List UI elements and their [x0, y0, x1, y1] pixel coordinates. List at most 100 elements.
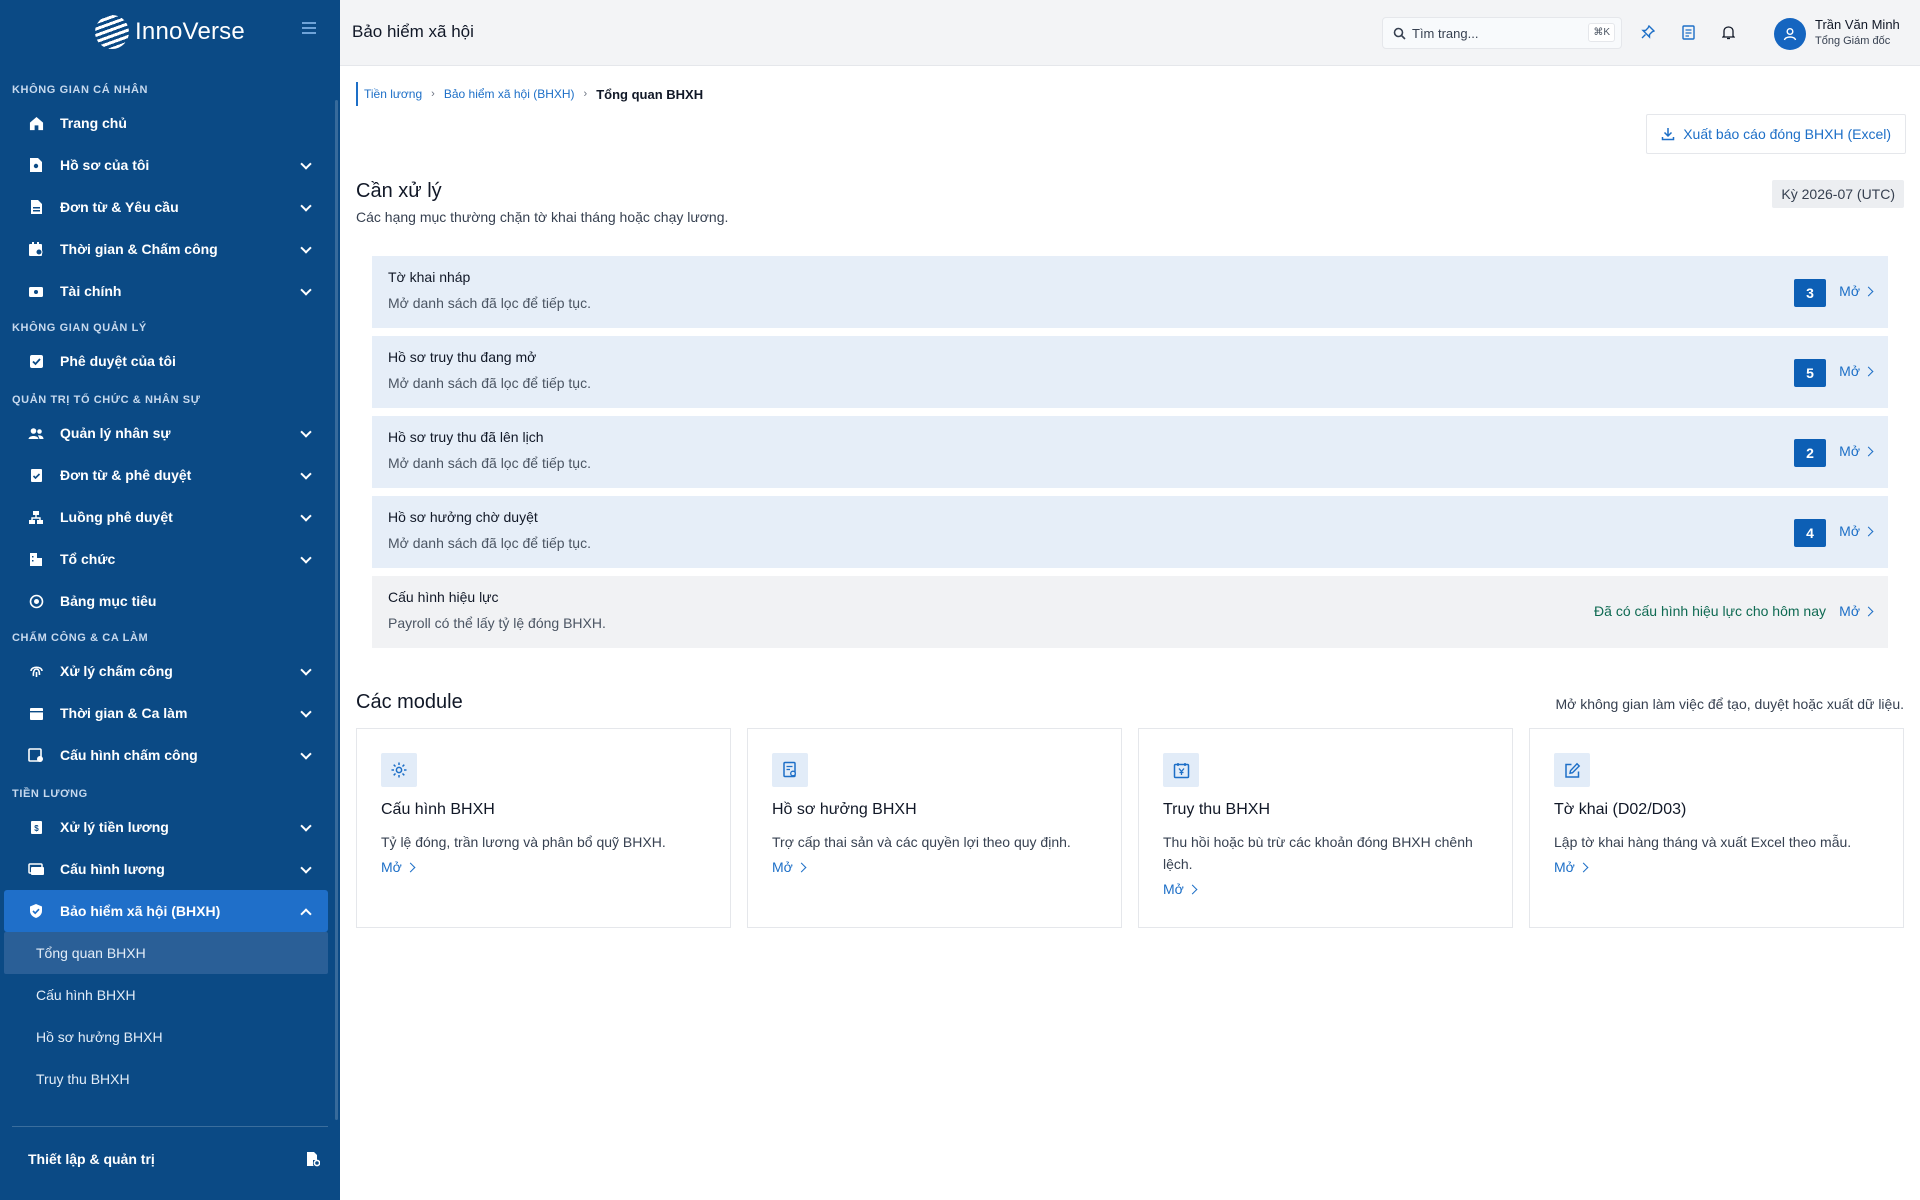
open-link[interactable]: Mở — [1839, 443, 1874, 459]
modules-title: Các module — [356, 691, 463, 713]
chevron-right-icon — [1578, 862, 1589, 872]
open-link[interactable]: Mở — [772, 859, 1097, 875]
pending-title: Cần xử lý — [356, 180, 442, 202]
section-org: QUẢN TRỊ TỔ CHỨC & NHÂN SỰ — [12, 394, 201, 406]
svg-text:$: $ — [34, 824, 39, 833]
chevron-down-icon — [300, 200, 312, 212]
chevron-down-icon — [300, 284, 312, 296]
status-text: Đã có cấu hình hiệu lực cho hôm nay — [1594, 603, 1826, 619]
sidebar-item-org[interactable]: Tổ chức — [0, 538, 328, 580]
payment-card-icon — [28, 861, 44, 877]
home-icon — [28, 115, 44, 131]
sidebar-item-flows[interactable]: Luồng phê duyệt — [0, 496, 328, 538]
fingerprint-icon — [28, 663, 44, 679]
search-icon — [1393, 27, 1406, 40]
sidebar-item-home[interactable]: Trang chủ — [0, 102, 328, 144]
sidebar-item-time[interactable]: Thời gian & Chấm công — [0, 228, 328, 270]
logo[interactable]: InnoVerse — [0, 0, 340, 64]
globe-logo-icon — [95, 15, 130, 49]
module-card-recovery[interactable]: Truy thu BHXH Thu hồi hoặc bù trừ các kh… — [1138, 728, 1513, 928]
calendar-clock-icon — [28, 241, 44, 257]
chevron-right-icon — [796, 862, 807, 872]
search-input[interactable]: Tìm trang... ⌘K — [1382, 17, 1622, 49]
sidebar-subitem-config[interactable]: Cấu hình BHXH — [4, 974, 328, 1016]
count-badge: 3 — [1794, 279, 1826, 307]
module-card-benefits[interactable]: Hồ sơ hưởng BHXH Trợ cấp thai sản và các… — [747, 728, 1122, 928]
chevron-down-icon — [300, 426, 312, 438]
pending-item-effective-config: Cấu hình hiệu lực Payroll có thể lấy tỷ … — [372, 576, 1888, 648]
sidebar-subitem-overview[interactable]: Tổng quan BHXH — [4, 932, 328, 974]
module-card-config[interactable]: Cấu hình BHXH Tỷ lệ đóng, trần lương và … — [356, 728, 731, 928]
breadcrumb-separator: › — [583, 88, 588, 100]
document-icon — [28, 199, 44, 215]
open-link[interactable]: Mở — [1839, 523, 1874, 539]
gear-icon — [381, 753, 417, 787]
download-icon — [1661, 127, 1675, 141]
module-card-declaration[interactable]: Tờ khai (D02/D03) Lập tờ khai hàng tháng… — [1529, 728, 1904, 928]
sidebar-item-payroll-config[interactable]: Cấu hình lương — [0, 848, 328, 890]
receipt-icon[interactable] — [1678, 22, 1698, 42]
chevron-down-icon — [300, 862, 312, 874]
section-personal: KHÔNG GIAN CÁ NHÂN — [12, 84, 149, 96]
chevron-down-icon — [300, 158, 312, 170]
settings-admin-link[interactable]: Thiết lập & quản trị — [12, 1126, 328, 1190]
sidebar-item-bhxh[interactable]: Bảo hiểm xã hội (BHXH) — [4, 890, 328, 932]
chevron-down-icon — [300, 820, 312, 832]
sidebar-item-hr[interactable]: Quản lý nhân sự — [0, 412, 328, 454]
sidebar: InnoVerse KHÔNG GIAN CÁ NHÂN Trang chủ H… — [0, 0, 340, 1200]
section-attendance: CHẤM CÔNG & CA LÀM — [12, 632, 149, 644]
pending-list: Tờ khai nháp Mở danh sách đã lọc để tiếp… — [372, 256, 1888, 656]
sidebar-item-attendance-config[interactable]: Cấu hình chấm công — [0, 734, 328, 776]
users-icon — [28, 425, 44, 441]
chevron-up-icon — [300, 908, 312, 920]
user-name[interactable]: Trần Văn Minh — [1815, 17, 1900, 32]
wallet-icon — [28, 283, 44, 299]
yen-calendar-icon — [1163, 753, 1199, 787]
sidebar-item-approvals[interactable]: Phê duyệt của tôi — [0, 340, 328, 382]
avatar[interactable] — [1774, 18, 1806, 50]
open-link[interactable]: Mở — [1839, 603, 1874, 619]
pending-item-draft: Tờ khai nháp Mở danh sách đã lọc để tiếp… — [372, 256, 1888, 328]
count-badge: 5 — [1794, 359, 1826, 387]
pending-subtitle: Các hạng mục thường chặn tờ khai tháng h… — [356, 209, 729, 225]
pin-icon[interactable] — [1638, 22, 1658, 42]
pending-item-recovery-open: Hồ sơ truy thu đang mở Mở danh sách đã l… — [372, 336, 1888, 408]
flow-icon — [28, 509, 44, 525]
menu-collapse-icon[interactable] — [302, 22, 316, 34]
sidebar-item-requests[interactable]: Đơn từ & Yêu cầu — [0, 186, 328, 228]
calendar-icon — [28, 705, 44, 721]
breadcrumb-bhxh[interactable]: Bảo hiểm xã hội (BHXH) — [444, 87, 575, 101]
sidebar-item-goals[interactable]: Bảng mục tiêu — [0, 580, 328, 622]
clipboard-money-icon: $ — [28, 819, 44, 835]
sidebar-item-profile[interactable]: Hồ sơ của tôi — [0, 144, 328, 186]
shortcut-badge: ⌘K — [1588, 23, 1615, 42]
export-excel-button[interactable]: Xuất báo cáo đóng BHXH (Excel) — [1646, 114, 1906, 154]
open-link[interactable]: Mở — [1163, 881, 1488, 897]
open-link[interactable]: Mở — [1554, 859, 1879, 875]
chevron-down-icon — [300, 468, 312, 480]
modules-hint: Mở không gian làm việc để tạo, duyệt hoặ… — [1555, 696, 1904, 712]
sidebar-subitem-benefits[interactable]: Hồ sơ hưởng BHXH — [4, 1016, 328, 1058]
chevron-down-icon — [300, 242, 312, 254]
open-link[interactable]: Mở — [1839, 283, 1874, 299]
page-title: Bảo hiểm xã hội — [352, 22, 474, 41]
sidebar-item-attendance-process[interactable]: Xử lý chấm công — [0, 650, 328, 692]
open-link[interactable]: Mở — [381, 859, 706, 875]
breadcrumb-current: Tổng quan BHXH — [596, 86, 704, 102]
sidebar-item-payroll-process[interactable]: $ Xử lý tiền lương — [0, 806, 328, 848]
sidebar-item-shifts[interactable]: Thời gian & Ca làm — [0, 692, 328, 734]
sidebar-subitem-recovery[interactable]: Truy thu BHXH — [4, 1058, 328, 1100]
user-icon — [1783, 27, 1797, 41]
chevron-down-icon — [300, 664, 312, 676]
sidebar-nav: KHÔNG GIAN CÁ NHÂN Trang chủ Hồ sơ của t… — [0, 64, 340, 1100]
topbar: Bảo hiểm xã hội Tìm trang... ⌘K Trần Văn… — [340, 0, 1920, 66]
period-badge: Kỳ 2026-07 (UTC) — [1772, 180, 1904, 208]
breadcrumb-payroll[interactable]: Tiền lương — [364, 87, 422, 101]
bell-icon[interactable] — [1718, 22, 1738, 42]
sidebar-item-forms[interactable]: Đơn từ & phê duyệt — [0, 454, 328, 496]
count-badge: 2 — [1794, 439, 1826, 467]
sidebar-item-finance[interactable]: Tài chính — [0, 270, 328, 312]
chevron-down-icon — [300, 552, 312, 564]
open-link[interactable]: Mở — [1839, 363, 1874, 379]
settings-doc-icon — [306, 1151, 321, 1170]
